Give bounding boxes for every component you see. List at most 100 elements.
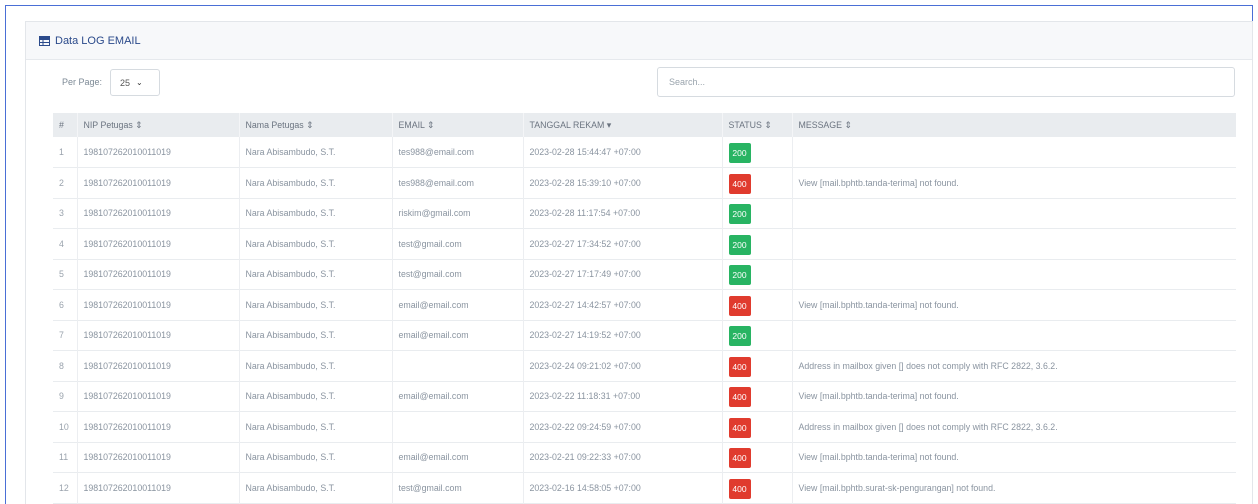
nama-cell: Nara Abisambudo, S.T. (239, 472, 393, 503)
status-badge: 200 (728, 326, 751, 347)
message-cell (792, 259, 1236, 290)
tanggal-cell: 2023-02-22 09:24:59 +07:00 (523, 411, 723, 442)
tanggal-cell: 2023-02-27 14:19:52 +07:00 (523, 320, 723, 351)
nip-cell: 198107262010011019 (77, 289, 240, 320)
message-cell (792, 198, 1236, 229)
nip-cell: 198107262010011019 (77, 350, 240, 381)
table-row: 12 198107262010011019 Nara Abisambudo, S.T… (53, 472, 1236, 503)
row-number: 8 (53, 350, 78, 381)
message-cell (792, 320, 1236, 351)
row-number: 3 (53, 198, 78, 229)
status-badge: 400 (728, 356, 751, 377)
card-title: Data LOG EMAIL (39, 35, 141, 47)
table-row: 4 198107262010011019 Nara Abisambudo, S.T.… (53, 228, 1236, 260)
status-cell: 200 (722, 137, 793, 168)
row-number: 12 (53, 472, 78, 503)
row-number: 6 (53, 289, 78, 320)
nama-cell: Nara Abisambudo, S.T. (239, 198, 393, 229)
table-icon (39, 35, 50, 46)
status-cell: 400 (722, 289, 793, 320)
nama-cell: Nara Abisambudo, S.T. (239, 228, 393, 259)
nama-cell: Nara Abisambudo, S.T. (239, 442, 393, 473)
status-badge: 200 (728, 265, 751, 286)
card-header: Data LOG EMAIL (26, 22, 1252, 60)
nip-cell: 198107262010011019 (77, 259, 240, 290)
nip-cell: 198107262010011019 (77, 137, 240, 168)
tanggal-cell: 2023-02-28 11:17:54 +07:00 (523, 198, 723, 229)
status-cell: 200 (722, 198, 793, 229)
status-badge: 200 (728, 143, 751, 163)
tanggal-cell: 2023-02-21 09:22:33 +07:00 (523, 442, 723, 473)
table-row: 3 198107262010011019 Nara Abisambudo, S.T.… (53, 198, 1236, 229)
status-cell: 400 (722, 472, 793, 503)
table-row: 1 198107262010011019 Nara Abisambudo, S.T.… (53, 137, 1236, 168)
per-page-select[interactable]: 25 ⌄ (110, 69, 160, 96)
window-frame: Data LOG EMAIL Per Page: 25 ⌄ Search... … (5, 5, 1253, 504)
email-cell: test@gmail.com (392, 472, 524, 503)
per-page-label: Per Page: (62, 77, 103, 87)
status-cell: 400 (722, 442, 793, 473)
col-header-tanggal[interactable]: TANGGAL REKAM ▾ (523, 113, 723, 137)
table-row: 11 198107262010011019 Nara Abisambudo, S.T… (53, 442, 1236, 473)
status-cell: 200 (722, 228, 793, 259)
email-cell: email@email.com (392, 381, 524, 412)
col-header-nip[interactable]: NIP Petugas ⇕ (77, 113, 240, 137)
table-row: 9 198107262010011019 Nara Abisambudo, S.T.… (53, 381, 1236, 412)
tanggal-cell: 2023-02-28 15:44:47 +07:00 (523, 137, 723, 168)
email-cell: tes988@email.com (392, 167, 524, 198)
row-number: 7 (53, 320, 78, 351)
nama-cell: Nara Abisambudo, S.T. (239, 320, 393, 351)
message-cell: View [mail.bphtb.surat-sk-pengurangan] n… (798, 482, 996, 493)
table-controls: Per Page: 25 ⌄ (26, 60, 1252, 110)
status-cell: 400 (722, 350, 793, 381)
row-number: 1 (53, 137, 78, 168)
table-row: 6 198107262010011019 Nara Abisambudo, S.T.… (53, 289, 1236, 320)
nama-cell: Nara Abisambudo, S.T. (239, 350, 393, 381)
row-number: 11 (53, 442, 78, 473)
col-header-email[interactable]: EMAIL ⇕ (392, 113, 524, 137)
email-cell (392, 350, 524, 381)
nama-cell: Nara Abisambudo, S.T. (239, 259, 393, 290)
message-cell: View [mail.bphtb.tanda-terima] not found… (798, 177, 959, 188)
status-cell: 200 (722, 320, 793, 351)
nip-cell: 198107262010011019 (77, 442, 240, 473)
tanggal-cell: 2023-02-28 15:39:10 +07:00 (523, 167, 723, 198)
email-cell: email@email.com (392, 320, 524, 351)
card-title-text: Data LOG EMAIL (55, 34, 141, 47)
status-cell: 400 (722, 411, 793, 442)
message-cell (792, 229, 1236, 260)
nip-cell: 198107262010011019 (77, 198, 240, 229)
col-header-status[interactable]: STATUS ⇕ (722, 113, 793, 137)
row-number: 4 (53, 228, 78, 259)
status-badge: 200 (728, 234, 751, 255)
message-cell: View [mail.bphtb.tanda-terima] not found… (798, 391, 959, 402)
message-cell: Address in mailbox given [] does not com… (798, 421, 1058, 432)
col-header-nama[interactable]: Nama Petugas ⇕ (239, 113, 393, 137)
table-row: 7 198107262010011019 Nara Abisambudo, S.T.… (53, 320, 1236, 351)
nip-cell: 198107262010011019 (77, 381, 240, 412)
message-cell: View [mail.bphtb.tanda-terima] not found… (798, 452, 959, 463)
status-badge: 400 (728, 295, 751, 316)
email-cell: test@gmail.com (392, 259, 524, 290)
col-header-no: # (53, 113, 78, 137)
tanggal-cell: 2023-02-16 14:58:05 +07:00 (523, 472, 723, 503)
status-badge: 400 (728, 448, 751, 469)
tanggal-cell: 2023-02-24 09:21:02 +07:00 (523, 350, 723, 381)
log-email-table: # NIP Petugas ⇕ Nama Petugas ⇕ EMAIL ⇕ T… (53, 113, 1236, 504)
row-number: 2 (53, 167, 78, 198)
status-cell: 400 (722, 167, 793, 198)
status-badge: 400 (728, 387, 751, 408)
per-page-value: 25 (120, 77, 131, 88)
table-header-row: # NIP Petugas ⇕ Nama Petugas ⇕ EMAIL ⇕ T… (53, 113, 1236, 137)
search-input[interactable] (657, 67, 1235, 97)
tanggal-cell: 2023-02-27 17:17:49 +07:00 (523, 259, 723, 290)
nama-cell: Nara Abisambudo, S.T. (239, 167, 393, 198)
col-header-message[interactable]: MESSAGE ⇕ (792, 113, 1236, 137)
nip-cell: 198107262010011019 (77, 320, 240, 351)
tanggal-cell: 2023-02-27 14:42:57 +07:00 (523, 289, 723, 320)
nama-cell: Nara Abisambudo, S.T. (239, 137, 393, 168)
status-cell: 200 (722, 259, 793, 290)
table-row: 2 198107262010011019 Nara Abisambudo, S.T.… (53, 167, 1236, 198)
status-badge: 400 (728, 173, 751, 194)
nip-cell: 198107262010011019 (77, 411, 240, 442)
